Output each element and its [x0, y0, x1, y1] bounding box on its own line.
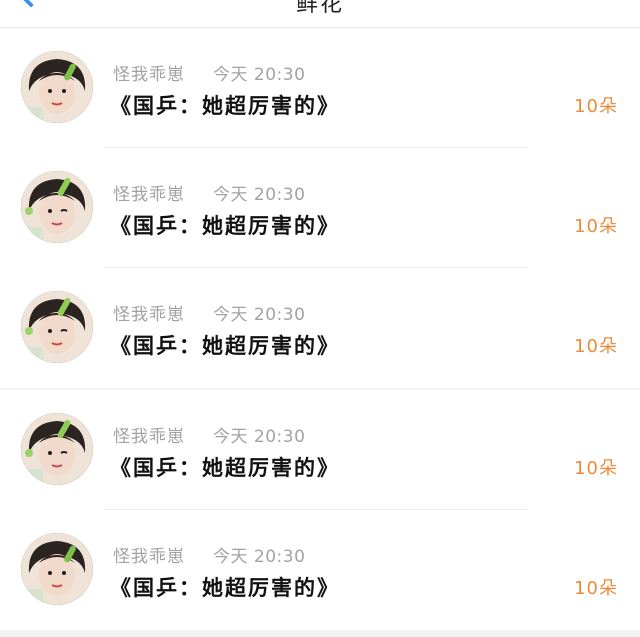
page-title: 鲜花: [295, 0, 344, 17]
work-title[interactable]: 《国乒：她超厉害的》: [110, 452, 340, 482]
list-item[interactable]: 怪我乖崽 今天 20:30 《国乒：她超厉害的》 10朵: [0, 148, 640, 268]
avatar-portrait-icon: [21, 171, 93, 243]
avatar-portrait-icon: [21, 413, 93, 485]
avatar-portrait-icon: [21, 291, 93, 363]
timestamp: 今天 20:30: [213, 427, 306, 447]
flower-count: 10朵: [574, 96, 618, 117]
timestamp: 今天 20:30: [213, 65, 306, 85]
timestamp: 今天 20:30: [213, 547, 306, 567]
top-nav-bar: 鲜花: [0, 0, 640, 28]
work-title[interactable]: 《国乒：她超厉害的》: [110, 210, 340, 240]
timestamp: 今天 20:30: [213, 305, 306, 325]
flower-count: 10朵: [574, 216, 618, 237]
list-item[interactable]: 怪我乖崽 今天 20:30 《国乒：她超厉害的》 10朵: [0, 510, 640, 630]
avatar-portrait-icon: [21, 51, 93, 123]
flower-count: 10朵: [574, 336, 618, 357]
flower-count: 10朵: [574, 458, 618, 479]
avatar[interactable]: [21, 171, 93, 243]
avatar[interactable]: [21, 291, 93, 363]
avatar[interactable]: [21, 51, 93, 123]
list-item[interactable]: 怪我乖崽 今天 20:30 《国乒：她超厉害的》 10朵: [0, 28, 640, 148]
work-title[interactable]: 《国乒：她超厉害的》: [110, 90, 340, 120]
timestamp: 今天 20:30: [213, 185, 306, 205]
work-title[interactable]: 《国乒：她超厉害的》: [110, 330, 340, 360]
flower-record-list: 怪我乖崽 今天 20:30 《国乒：她超厉害的》 10朵 怪我乖崽 今天 20:…: [0, 28, 640, 630]
flower-count: 10朵: [574, 578, 618, 599]
work-title[interactable]: 《国乒：她超厉害的》: [110, 572, 340, 602]
username[interactable]: 怪我乖崽: [113, 60, 185, 85]
list-item[interactable]: 怪我乖崽 今天 20:30 《国乒：她超厉害的》 10朵: [0, 390, 640, 510]
list-item[interactable]: 怪我乖崽 今天 20:30 《国乒：她超厉害的》 10朵: [0, 268, 640, 388]
avatar-portrait-icon: [21, 533, 93, 605]
avatar[interactable]: [21, 533, 93, 605]
username[interactable]: 怪我乖崽: [113, 180, 185, 205]
avatar[interactable]: [21, 413, 93, 485]
username[interactable]: 怪我乖崽: [113, 422, 185, 447]
username[interactable]: 怪我乖崽: [113, 542, 185, 567]
username[interactable]: 怪我乖崽: [113, 300, 185, 325]
